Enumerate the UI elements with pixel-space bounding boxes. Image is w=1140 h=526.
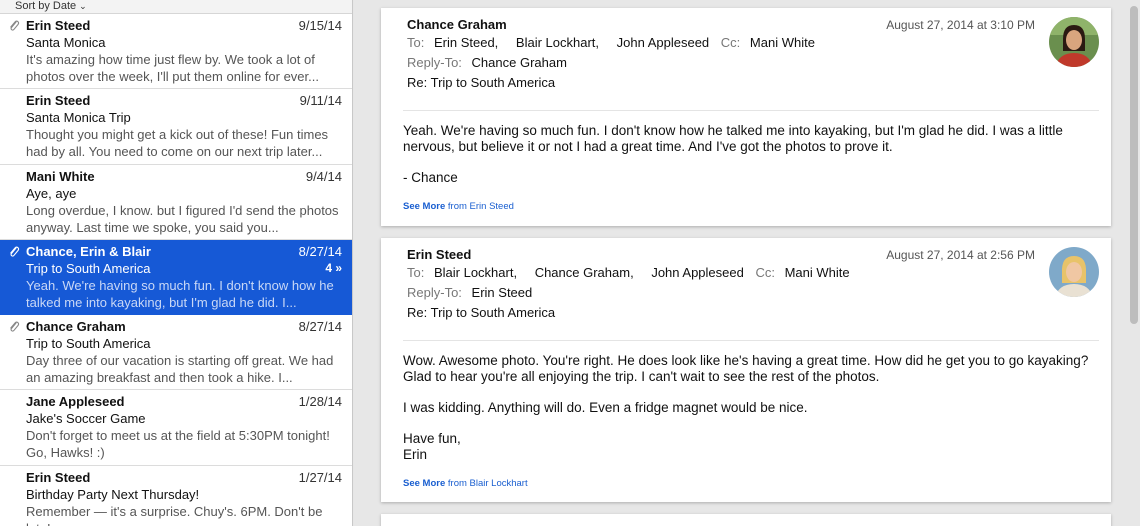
sort-by-dropdown[interactable]: Sort by Date ⌄ xyxy=(0,0,352,14)
see-more-from: from Blair Lockhart xyxy=(447,478,528,489)
message-date: 8/27/14 xyxy=(298,319,342,335)
message-sender: Erin Steed xyxy=(26,18,91,33)
message-sender: Mani White xyxy=(26,168,95,184)
sort-by-label: Sort by Date xyxy=(15,0,77,12)
chevron-down-icon: ⌄ xyxy=(79,1,87,11)
conversation-pane: Chance Graham To: Erin Steed, Blair Lock… xyxy=(354,0,1140,526)
message-header: Erin Steed To: Blair Lockhart, Chance Gr… xyxy=(381,238,1111,340)
message-card: Chance Graham To: Erin Steed, Blair Lock… xyxy=(381,8,1111,226)
avatar[interactable] xyxy=(1049,247,1099,297)
see-more-label: See More xyxy=(403,201,446,212)
paperclip-icon xyxy=(8,19,20,33)
avatar[interactable] xyxy=(1049,17,1099,67)
message-list-item[interactable]: Mani White 9/4/14 Aye, aye Long overdue, I … xyxy=(0,165,352,240)
recipient[interactable]: John Appleseed xyxy=(617,35,710,50)
subject-line: Re: Trip to South America xyxy=(407,305,556,320)
signature: - Chance xyxy=(403,170,458,185)
message-date: 1/27/14 xyxy=(298,469,342,485)
recipient[interactable]: Chance Graham, xyxy=(535,265,634,280)
cc-recipient[interactable]: Mani White xyxy=(750,35,815,50)
paperclip-icon xyxy=(10,246,20,257)
message-preview: Remember — it's a surprise. Chuy's. 6PM.… xyxy=(26,503,323,526)
message-preview: Don't forget to meet us at the field at … xyxy=(26,428,330,461)
message-card-partial xyxy=(381,514,1111,526)
see-more-link[interactable]: See More from Blair Lockhart xyxy=(381,478,1111,489)
reply-to-line: Reply-To: Erin Steed xyxy=(407,283,1111,303)
avatar-photo-icon xyxy=(1049,247,1099,297)
recipient[interactable]: Erin Steed, xyxy=(434,35,498,50)
message-body: Yeah. We're having so much fun. I don't … xyxy=(381,111,1111,186)
reply-to-label: Reply-To: xyxy=(407,285,462,300)
message-sender: Erin Steed xyxy=(26,469,91,485)
paperclip-icon xyxy=(10,321,20,332)
recipient[interactable]: Blair Lockhart, xyxy=(516,35,599,50)
message-subject: Aye, aye xyxy=(26,185,77,201)
reply-to-line: Reply-To: Chance Graham xyxy=(407,53,1111,73)
message-sender: Jane Appleseed xyxy=(26,394,125,410)
message-preview: Day three of our vacation is starting of… xyxy=(26,353,334,386)
message-sender: Chance Graham xyxy=(26,319,126,335)
message-subject: Trip to South America xyxy=(26,260,151,276)
body-paragraph: I was kidding. Anything will do. Even a … xyxy=(403,400,808,415)
message-list-pane: Sort by Date ⌄ Erin Steed 9/15/14 Santa Mon… xyxy=(0,0,353,526)
message-subject: Trip to South America xyxy=(26,336,151,352)
message-header: Chance Graham To: Erin Steed, Blair Lock… xyxy=(381,8,1111,110)
message-sender: Chance, Erin & Blair xyxy=(26,243,151,259)
message-date: 8/27/14 xyxy=(298,243,342,259)
body-paragraph: Yeah. We're having so much fun. I don't … xyxy=(403,123,1063,154)
message-subject: Santa Monica Trip xyxy=(26,110,131,126)
body-paragraph: Wow. Awesome photo. You're right. He doe… xyxy=(403,353,1089,384)
message-list-item[interactable]: Chance, Erin & Blair 8/27/14 Trip to South… xyxy=(0,239,352,316)
paperclip-icon xyxy=(8,245,20,259)
reply-to-label: Reply-To: xyxy=(407,55,462,70)
to-line: To: Blair Lockhart, Chance Graham, John … xyxy=(407,263,1111,283)
see-more-from: from Erin Steed xyxy=(447,201,514,212)
to-label: To: xyxy=(407,35,425,50)
avatar-photo-icon xyxy=(1049,17,1099,67)
message-list-item[interactable]: Erin Steed 1/27/14 Birthday Party Next Thu… xyxy=(0,466,352,526)
paperclip-icon xyxy=(10,20,20,31)
paperclip-icon xyxy=(8,320,20,334)
to-line: To: Erin Steed, Blair Lockhart, John App… xyxy=(407,33,1111,53)
to-label: To: xyxy=(407,265,425,280)
message-subject: Birthday Party Next Thursday! xyxy=(26,486,200,502)
see-more-link[interactable]: See More from Erin Steed xyxy=(381,201,1111,212)
message-body: Wow. Awesome photo. You're right. He doe… xyxy=(381,341,1111,463)
message-preview: It's amazing how time just flew by. We t… xyxy=(26,52,319,84)
message-list-item[interactable]: Erin Steed 9/15/14 Santa Monica It's amazin… xyxy=(0,14,352,90)
cc-label: Cc: xyxy=(720,35,741,50)
cc-label: Cc: xyxy=(755,265,775,280)
message-date: 9/4/14 xyxy=(305,168,342,184)
cc-recipient[interactable]: Mani White xyxy=(785,265,850,280)
message-subject: Jake's Soccer Game xyxy=(26,411,146,427)
message-date: 1/28/14 xyxy=(298,394,342,410)
recipient[interactable]: John Appleseed xyxy=(651,265,744,280)
message-list-item[interactable]: Erin Steed 9/11/14 Santa Monica Trip Though… xyxy=(0,89,352,165)
message-list-item[interactable]: Jane Appleseed 1/28/14 Jake's Soccer Game D… xyxy=(0,390,352,466)
message-preview: Thought you might get a kick out of thes… xyxy=(26,127,329,160)
message-date: 9/15/14 xyxy=(298,18,342,33)
message-card: Erin Steed To: Blair Lockhart, Chance Gr… xyxy=(381,238,1111,502)
message-preview: Long overdue, I know. but I figured I'd … xyxy=(26,202,339,235)
thread-count-badge[interactable]: 4 » xyxy=(325,260,342,277)
scrollbar[interactable] xyxy=(1130,6,1138,324)
timestamp: August 27, 2014 at 2:56 PM xyxy=(886,248,1035,262)
message-preview: Yeah. We're having so much fun. I don't … xyxy=(26,277,334,310)
message-sender: Erin Steed xyxy=(26,93,91,109)
message-date: 9/11/14 xyxy=(299,93,342,109)
message-subject: Santa Monica xyxy=(26,35,106,50)
message-list-item[interactable]: Chance Graham 8/27/14 Trip to South Americ… xyxy=(0,315,352,391)
message-list: Erin Steed 9/15/14 Santa Monica It's amazin… xyxy=(0,14,352,526)
reply-to-address[interactable]: Erin Steed xyxy=(472,285,533,300)
signature: Have fun, Erin xyxy=(403,431,461,462)
subject-line: Re: Trip to South America xyxy=(407,75,556,90)
see-more-label: See More xyxy=(403,478,446,489)
timestamp: August 27, 2014 at 3:10 PM xyxy=(886,18,1035,32)
reply-to-address[interactable]: Chance Graham xyxy=(472,55,567,70)
recipient[interactable]: Blair Lockhart, xyxy=(434,265,517,280)
